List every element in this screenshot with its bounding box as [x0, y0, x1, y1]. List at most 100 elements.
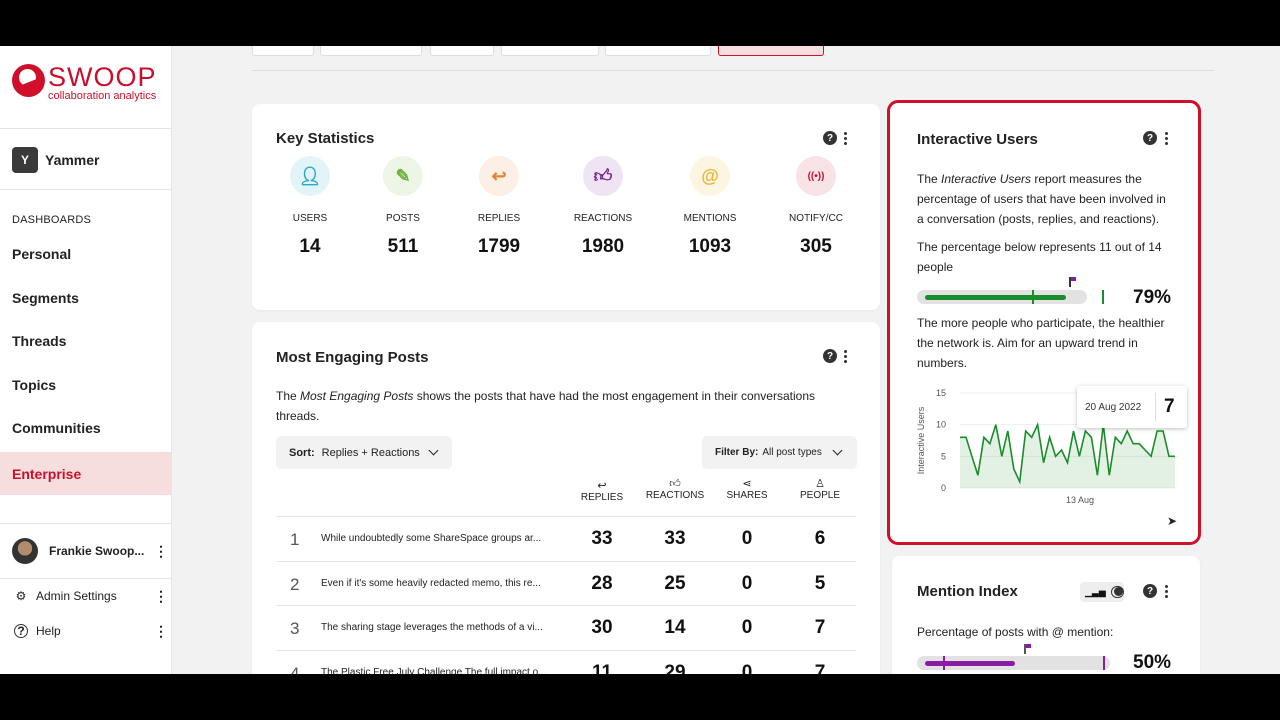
stat-label: USERS [292, 213, 328, 224]
column-label: PEOPLE [799, 490, 841, 501]
more-options-icon[interactable] [842, 350, 848, 363]
column-replies[interactable]: ↩ REPLIES [567, 480, 637, 503]
edit-icon: ✎ [383, 156, 423, 196]
desc-text: percentage of users that have been invol… [917, 192, 1166, 206]
key-statistics-title: Key Statistics [276, 130, 375, 147]
tab[interactable] [501, 46, 599, 56]
sort-dropdown[interactable]: Sort: Replies + Reactions [276, 436, 452, 469]
row-number: 4 [290, 663, 300, 675]
platform-label: Yammer [45, 152, 100, 168]
people-value: 7 [814, 661, 826, 675]
tab-underline [252, 70, 1214, 71]
column-reactions[interactable]: 👍︎ REACTIONS [640, 478, 710, 501]
stat-posts: ✎ POSTS 511 [358, 156, 448, 258]
table-row[interactable]: 3 The sharing stage leverages the methods… [276, 605, 856, 649]
chart-toggle[interactable]: ▁▃▅ [1080, 582, 1124, 602]
column-label: SHARES [726, 490, 768, 501]
y-tick-label: 15 [936, 388, 946, 398]
people-value: 7 [814, 617, 826, 638]
stat-label: REPLIES [477, 213, 521, 224]
interactive-percent-explanation: The percentage below represents 11 out o… [917, 237, 1187, 277]
interactive-users-card[interactable]: Interactive Users ? The Interactive User… [887, 100, 1201, 545]
mention-index-title: Mention Index [917, 583, 1018, 600]
benchmark-marker [943, 656, 945, 670]
sidebar-item-communities[interactable]: Communities [0, 406, 172, 449]
swoop-logo[interactable]: SWOOP collaboration analytics [12, 64, 157, 102]
help-icon[interactable]: ? [1143, 584, 1157, 598]
reactions-value: 14 [664, 617, 686, 638]
mention-progress-fill [925, 661, 1015, 666]
help-icon[interactable]: ? [823, 131, 837, 145]
y-axis-label: Interactive Users [916, 406, 926, 474]
stat-label: POSTS [386, 213, 420, 224]
avatar [12, 538, 38, 564]
people-value: 5 [814, 572, 826, 594]
post-title[interactable]: The sharing stage leverages the methods … [321, 622, 551, 633]
interactive-description: The Interactive Users report measures th… [917, 169, 1187, 229]
user-profile[interactable]: Frankie Swoop... ⋮ [12, 538, 168, 564]
stat-value: 1980 [581, 236, 625, 257]
table-row[interactable]: 4 The Plastic Free July Challenge The ful… [276, 649, 856, 675]
help-link[interactable]: ? Help ⋮ [14, 624, 168, 638]
stat-value: 1799 [477, 236, 521, 257]
interactive-percent: 79% [1133, 287, 1172, 308]
reactions-value: 29 [664, 661, 686, 675]
platform-selector[interactable]: Y Yammer [12, 147, 99, 173]
stat-value: 305 [800, 236, 832, 257]
person-icon: ♙ [815, 478, 825, 490]
stat-label: REACTIONS [573, 213, 633, 224]
post-title[interactable]: While undoubtedly some ShareSpace groups… [321, 533, 551, 544]
more-options-icon[interactable] [1163, 585, 1169, 598]
table-row[interactable]: 1 While undoubtedly some ShareSpace group… [276, 516, 856, 560]
column-shares[interactable]: ⋖ SHARES [712, 478, 782, 501]
tab[interactable] [430, 46, 494, 56]
admin-settings-link[interactable]: ⚙ Admin Settings ⋮ [14, 589, 168, 603]
table-row[interactable]: 2 Even if it's some heavily redacted memo… [276, 560, 856, 605]
shares-value: 0 [741, 661, 753, 675]
tab-active[interactable] [718, 46, 824, 56]
interactive-advice: The more people who participate, the hea… [917, 313, 1187, 373]
shares-value: 0 [741, 617, 753, 638]
tooltip-divider [1155, 393, 1156, 421]
help-icon[interactable]: ? [823, 349, 837, 363]
help-icon[interactable]: ? [1143, 131, 1157, 145]
stat-mentions: @ MENTIONS 1093 [665, 156, 755, 258]
sidebar-item-threads[interactable]: Threads [0, 319, 172, 362]
gear-icon: ⚙ [15, 589, 27, 603]
y-tick-label: 10 [936, 420, 946, 430]
post-title[interactable]: Even if it's some heavily redacted memo,… [321, 578, 551, 589]
replies-value: 33 [591, 528, 613, 549]
tooltip-value: 7 [1164, 396, 1175, 417]
reply-icon: ↩ [479, 156, 519, 196]
sidebar-item-personal[interactable]: Personal [0, 232, 172, 275]
swoop-logo-icon [12, 64, 45, 97]
posts-title: Most Engaging Posts [276, 349, 429, 366]
column-people[interactable]: ♙ PEOPLE [785, 478, 855, 501]
sidebar-item-topics[interactable]: Topics [0, 363, 172, 406]
stat-label: MENTIONS [683, 213, 737, 224]
stat-reactions: 👍︎ REACTIONS 1980 [558, 156, 648, 258]
admin-kebab-icon[interactable]: ⋮ [154, 589, 168, 603]
most-engaging-posts-card: Most Engaging Posts ? The Most Engaging … [252, 322, 880, 674]
post-title[interactable]: The Plastic Free July Challenge The full… [321, 667, 551, 675]
dashboards-heading: DASHBOARDS [12, 214, 92, 226]
help-kebab-icon[interactable]: ⋮ [154, 624, 168, 638]
target-flag-icon [1069, 277, 1076, 287]
tab[interactable] [605, 46, 711, 56]
tab[interactable] [320, 46, 422, 56]
replies-value: 30 [591, 617, 613, 638]
sidebar-item-segments[interactable]: Segments [0, 276, 172, 319]
more-options-icon[interactable] [842, 132, 848, 145]
chart-tooltip: 20 Aug 2022 7 [1077, 386, 1187, 428]
sidebar-item-enterprise[interactable]: Enterprise [0, 452, 172, 495]
column-label: REACTIONS [645, 490, 705, 501]
filter-dropdown[interactable]: Filter By: All post types [702, 436, 857, 469]
share-icon: ⋖ [742, 478, 752, 490]
logo-title: SWOOP [48, 62, 157, 92]
more-options-icon[interactable] [1163, 132, 1169, 145]
tab[interactable] [252, 46, 314, 56]
toggle-switch [1110, 586, 1124, 598]
filter-value: All post types [762, 447, 822, 458]
y-tick-label: 0 [941, 483, 946, 493]
user-menu-kebab-icon[interactable]: ⋮ [154, 544, 168, 558]
